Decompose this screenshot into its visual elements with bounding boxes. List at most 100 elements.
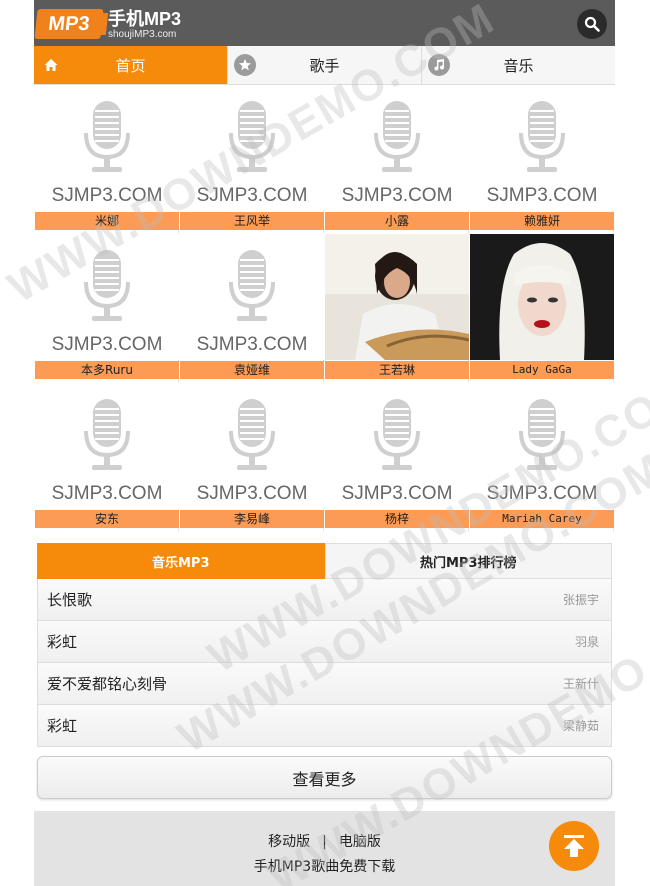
song-title: 爱不爱都铭心刻骨 — [47, 675, 168, 693]
placeholder-text: SJMP3.COM — [196, 334, 308, 355]
singer-name: 安东 — [35, 510, 179, 528]
singer-name: 王风举 — [180, 212, 324, 230]
placeholder-image: SJMP3.COM — [180, 85, 324, 211]
singer-card[interactable]: SJMP3.COM 王风举 — [180, 85, 324, 234]
song-list: 长恨歌 张振宇 彩虹 羽泉 爱不爱都铭心刻骨 王新什 彩虹 梁静茹 — [37, 579, 612, 747]
placeholder-image: SJMP3.COM — [470, 383, 614, 509]
home-icon — [40, 54, 62, 76]
placeholder-text: SJMP3.COM — [51, 334, 163, 355]
back-to-top-button[interactable] — [549, 821, 599, 871]
placeholder-text: SJMP3.COM — [51, 185, 163, 206]
singer-placeholder: SJMP3.COM — [35, 383, 179, 509]
microphone-icon — [225, 97, 279, 181]
search-icon — [584, 16, 600, 32]
tab-singers[interactable]: 歌手 — [228, 46, 422, 84]
placeholder-text: SJMP3.COM — [341, 483, 453, 504]
star-icon — [234, 54, 256, 76]
singer-card[interactable]: SJMP3.COM 杨梓 — [325, 383, 469, 532]
placeholder-text: SJMP3.COM — [486, 483, 598, 504]
singer-grid: SJMP3.COM 米娜 SJMP3.COM 王风举 SJMP3.COM 小露 SJMP3.… — [34, 85, 615, 532]
microphone-icon — [225, 395, 279, 479]
footer-links: 移动版 | 电脑版 — [34, 831, 615, 851]
tab-home-label: 首页 — [115, 56, 146, 75]
logo[interactable]: MP3 手机MP3 shoujiMP3.com — [34, 7, 181, 41]
singer-placeholder: SJMP3.COM — [180, 234, 324, 360]
singer-placeholder: SJMP3.COM — [35, 85, 179, 211]
singer-name: 杨梓 — [325, 510, 469, 528]
placeholder-image: SJMP3.COM — [180, 234, 324, 360]
song-artist: 羽泉 — [574, 635, 599, 649]
pc-version-link[interactable]: 电脑版 — [339, 834, 381, 850]
song-list-tabs: 音乐MP3 热门MP3排行榜 — [37, 543, 612, 579]
singer-placeholder: SJMP3.COM — [470, 383, 614, 509]
singer-card[interactable]: SJMP3.COM 赖雅妍 — [470, 85, 614, 234]
search-button[interactable] — [577, 9, 607, 39]
song-row[interactable]: 彩虹 羽泉 — [37, 621, 612, 663]
logo-badge: MP3 — [34, 9, 104, 39]
microphone-icon — [225, 246, 279, 330]
song-title: 彩虹 — [47, 717, 78, 735]
mobile-version-link[interactable]: 移动版 — [268, 834, 310, 850]
microphone-icon — [80, 97, 134, 181]
placeholder-image: SJMP3.COM — [35, 85, 179, 211]
microphone-icon — [515, 97, 569, 181]
placeholder-text: SJMP3.COM — [196, 483, 308, 504]
placeholder-image: SJMP3.COM — [325, 383, 469, 509]
song-row[interactable]: 彩虹 梁静茹 — [37, 705, 612, 747]
microphone-icon — [370, 395, 424, 479]
singer-name: Lady GaGa — [470, 361, 614, 379]
placeholder-text: SJMP3.COM — [341, 185, 453, 206]
placeholder-image: SJMP3.COM — [470, 85, 614, 211]
tab-music-mp3[interactable]: 音乐MP3 — [37, 543, 325, 579]
singer-card[interactable]: SJMP3.COM 袁娅维 — [180, 234, 324, 383]
singer-card[interactable]: Lady GaGa — [470, 234, 614, 383]
song-row[interactable]: 长恨歌 张振宇 — [37, 579, 612, 621]
placeholder-image: SJMP3.COM — [325, 85, 469, 211]
tab-music[interactable]: 音乐 — [422, 46, 615, 84]
singer-name: 李易峰 — [180, 510, 324, 528]
song-row[interactable]: 爱不爱都铭心刻骨 王新什 — [37, 663, 612, 705]
placeholder-image: SJMP3.COM — [35, 234, 179, 360]
arrow-up-icon — [564, 835, 584, 857]
singer-name: 本多Ruru — [35, 361, 179, 379]
logo-text: 手机MP3 shoujiMP3.com — [108, 9, 181, 40]
placeholder-text: SJMP3.COM — [196, 185, 308, 206]
song-artist: 张振宇 — [562, 593, 599, 607]
singer-placeholder: SJMP3.COM — [180, 383, 324, 509]
placeholder-text: SJMP3.COM — [51, 483, 163, 504]
singer-card[interactable]: SJMP3.COM 本多Ruru — [35, 234, 179, 383]
footer-separator: | — [322, 834, 327, 850]
singer-card[interactable]: SJMP3.COM 米娜 — [35, 85, 179, 234]
page: MP3 手机MP3 shoujiMP3.com 首页 歌手 音乐 SJMP3.C… — [34, 0, 615, 886]
singer-name: 袁娅维 — [180, 361, 324, 379]
logo-title: 手机MP3 — [108, 8, 182, 29]
music-note-icon — [428, 54, 450, 76]
singer-name: 赖雅妍 — [470, 212, 614, 230]
song-title: 彩虹 — [47, 633, 78, 651]
singer-card[interactable]: SJMP3.COM Mariah Carey — [470, 383, 614, 532]
tab-music-label: 音乐 — [503, 56, 534, 75]
singer-name: 小露 — [325, 212, 469, 230]
placeholder-image: SJMP3.COM — [35, 383, 179, 509]
singer-placeholder: SJMP3.COM — [180, 85, 324, 211]
song-artist: 王新什 — [562, 677, 599, 691]
singer-photo — [325, 234, 469, 360]
song-list-section: 音乐MP3 热门MP3排行榜 长恨歌 张振宇 彩虹 羽泉 爱不爱都铭心刻骨 王新什 彩虹 梁静… — [37, 543, 612, 799]
singer-card[interactable]: SJMP3.COM 李易峰 — [180, 383, 324, 532]
singer-card[interactable]: SJMP3.COM 小露 — [325, 85, 469, 234]
singer-card[interactable]: SJMP3.COM 安东 — [35, 383, 179, 532]
singer-photo — [470, 234, 614, 360]
tab-hot-ranking[interactable]: 热门MP3排行榜 — [324, 543, 612, 579]
logo-subtitle: shoujiMP3.com — [108, 28, 177, 40]
placeholder-image: SJMP3.COM — [180, 383, 324, 509]
tab-home[interactable]: 首页 — [34, 46, 228, 84]
microphone-icon — [80, 246, 134, 330]
singer-name: 王若琳 — [325, 361, 469, 379]
footer-copyright: 手机MP3歌曲免费下载 — [253, 859, 396, 875]
song-artist: 梁静茹 — [562, 719, 599, 733]
singer-placeholder: SJMP3.COM — [470, 85, 614, 211]
view-more-button[interactable]: 查看更多 — [37, 756, 612, 799]
singer-placeholder: SJMP3.COM — [325, 383, 469, 509]
singer-card[interactable]: 王若琳 — [325, 234, 469, 383]
song-title: 长恨歌 — [47, 591, 93, 609]
